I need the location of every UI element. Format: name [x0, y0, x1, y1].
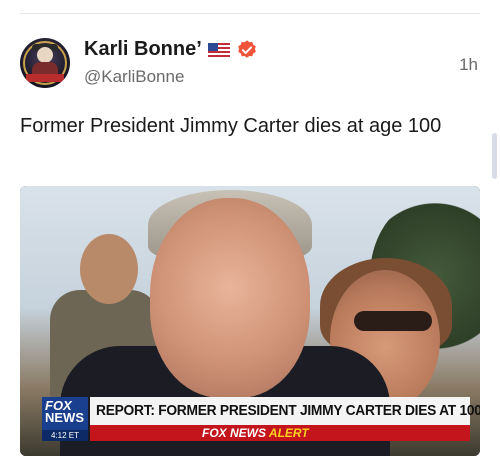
logo-news-text: NEWS [45, 410, 84, 425]
post-timestamp: 1h [459, 55, 478, 74]
avatar-face [37, 47, 53, 63]
alert-word-text: ALERT [268, 426, 309, 440]
chyron-headline: REPORT: FORMER PRESIDENT JIMMY CARTER DI… [96, 402, 480, 419]
background-person-head [80, 234, 138, 304]
post-text: Former President Jimmy Carter dies at ag… [20, 115, 442, 137]
man-face [150, 198, 310, 398]
author-display-name[interactable]: Karli Bonne’ [84, 38, 202, 61]
scrollbar[interactable] [492, 133, 497, 179]
alert-network-text: FOX NEWS [202, 426, 267, 440]
news-chyron: FOX NEWS 4:12 ET REPORT: FORMER PRESIDEN… [42, 397, 480, 441]
post-media-video[interactable]: FOX NEWS 4:12 ET REPORT: FORMER PRESIDEN… [20, 186, 480, 456]
us-flag-icon [207, 42, 230, 57]
chyron-alert-bar: FOX NEWS ALERT [90, 425, 470, 441]
fox-news-logo-icon: FOX NEWS 4:12 ET [42, 397, 88, 441]
chyron-time: 4:12 ET [42, 430, 88, 441]
avatar[interactable] [20, 38, 70, 88]
woman-sunglasses [354, 311, 432, 331]
author-handle[interactable]: @KarliBonne [84, 67, 184, 87]
chyron-alert: FOX NEWS ALERT [202, 425, 309, 441]
author-name-row: Karli Bonne’ [84, 38, 258, 61]
top-divider [20, 13, 480, 14]
chyron-headline-bar: REPORT: FORMER PRESIDENT JIMMY CARTER DI… [90, 397, 480, 425]
verified-badge-icon [237, 39, 256, 58]
avatar-tag [26, 74, 64, 82]
